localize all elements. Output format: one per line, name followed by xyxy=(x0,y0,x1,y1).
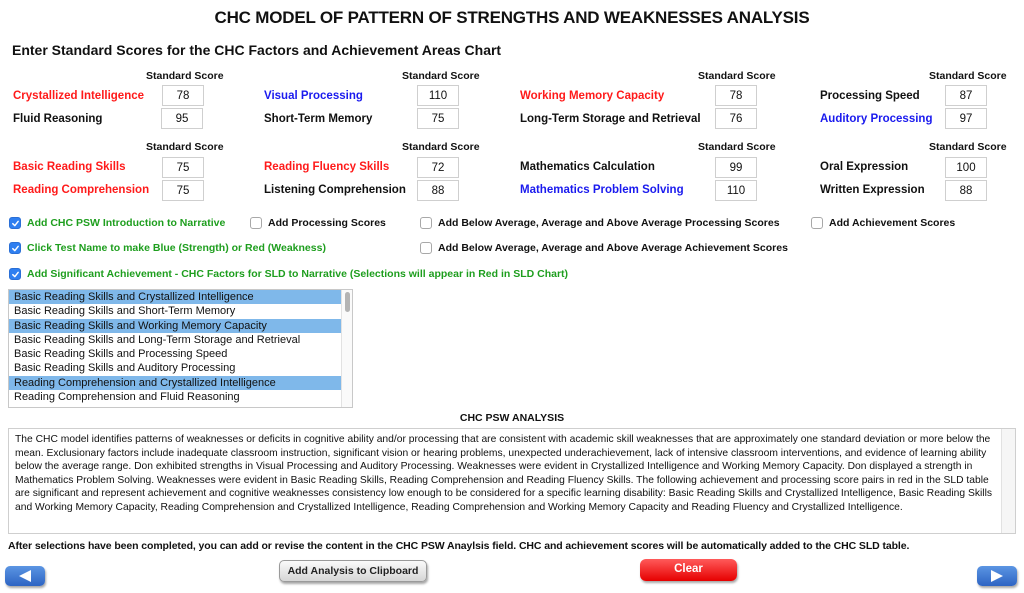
list-item[interactable]: Basic Reading Skills and Crystallized In… xyxy=(9,290,342,305)
factor-label-processing-speed[interactable]: Processing Speed xyxy=(820,90,920,102)
standard-score-header: Standard Score xyxy=(698,70,776,82)
checkmark-icon xyxy=(11,245,19,251)
standard-score-header: Standard Score xyxy=(402,141,480,153)
analysis-heading: CHC PSW ANALYSIS xyxy=(459,412,565,424)
score-input-basic-reading-skills[interactable] xyxy=(162,157,204,178)
score-input-fluid-reasoning[interactable] xyxy=(161,108,203,129)
option-label: Add Significant Achievement - CHC Factor… xyxy=(27,268,569,280)
clear-button[interactable]: Clear xyxy=(640,559,737,581)
list-item[interactable]: Basic Reading Skills and Working Memory … xyxy=(9,318,342,333)
option-add-intro[interactable]: Add CHC PSW Introduction to Narrative xyxy=(9,217,225,229)
option-label: Add Achievement Scores xyxy=(829,217,956,229)
checkbox[interactable] xyxy=(9,242,21,254)
previous-button[interactable] xyxy=(5,566,45,586)
list-item[interactable]: Basic Reading Skills and Short-Term Memo… xyxy=(9,304,342,318)
scrollbar-thumb[interactable] xyxy=(345,292,350,312)
option-add-range-processing-scores[interactable]: Add Below Average, Average and Above Ave… xyxy=(420,217,780,229)
option-add-achievement-scores[interactable]: Add Achievement Scores xyxy=(811,217,955,229)
checkbox[interactable] xyxy=(250,217,262,229)
factor-label-auditory-processing[interactable]: Auditory Processing xyxy=(820,113,932,125)
score-input-reading-fluency[interactable] xyxy=(417,157,459,178)
factor-label-long-term-storage[interactable]: Long-Term Storage and Retrieval xyxy=(520,113,701,125)
standard-score-header: Standard Score xyxy=(698,141,776,153)
section-subtitle: Enter Standard Scores for the CHC Factor… xyxy=(12,42,502,58)
factor-label-working-memory-capacity[interactable]: Working Memory Capacity xyxy=(520,90,664,102)
factor-label-crystallized-intelligence[interactable]: Crystallized Intelligence xyxy=(13,90,144,102)
checkbox[interactable] xyxy=(9,217,21,229)
analysis-textarea[interactable]: The CHC model identifies patterns of wea… xyxy=(8,428,1016,534)
standard-score-header: Standard Score xyxy=(929,141,1007,153)
analysis-scrollbar[interactable] xyxy=(1001,429,1015,533)
score-input-long-term-storage[interactable] xyxy=(715,108,757,129)
option-add-significant-achievement[interactable]: Add Significant Achievement - CHC Factor… xyxy=(9,268,568,280)
option-label: Add Below Average, Average and Above Ave… xyxy=(438,242,788,254)
score-input-processing-speed[interactable] xyxy=(945,85,987,106)
achievement-label-reading-comprehension[interactable]: Reading Comprehension xyxy=(13,184,149,196)
listbox-scrollbar[interactable] xyxy=(341,290,352,407)
standard-score-header: Standard Score xyxy=(146,141,224,153)
list-item[interactable]: Basic Reading Skills and Processing Spee… xyxy=(9,347,342,361)
analysis-text[interactable]: The CHC model identifies patterns of wea… xyxy=(15,433,993,515)
checkbox[interactable] xyxy=(9,268,21,280)
sld-pair-listbox[interactable]: Basic Reading Skills and Crystallized In… xyxy=(8,289,353,408)
right-arrow-icon xyxy=(991,570,1003,582)
score-input-auditory-processing[interactable] xyxy=(945,108,987,129)
checkbox[interactable] xyxy=(811,217,823,229)
factor-label-visual-processing[interactable]: Visual Processing xyxy=(264,90,363,102)
next-button[interactable] xyxy=(977,566,1017,586)
score-input-reading-comprehension[interactable] xyxy=(162,180,204,201)
achievement-label-written-expression[interactable]: Written Expression xyxy=(820,184,925,196)
left-arrow-icon xyxy=(19,570,31,582)
list-item[interactable]: Basic Reading Skills and Long-Term Stora… xyxy=(9,333,342,347)
option-add-processing-scores[interactable]: Add Processing Scores xyxy=(250,217,386,229)
score-input-visual-processing[interactable] xyxy=(417,85,459,106)
option-click-test-name[interactable]: Click Test Name to make Blue (Strength) … xyxy=(9,242,326,254)
list-item[interactable]: Basic Reading Skills and Auditory Proces… xyxy=(9,361,342,375)
add-analysis-to-clipboard-button[interactable]: Add Analysis to Clipboard xyxy=(279,560,427,582)
score-input-written-expression[interactable] xyxy=(945,180,987,201)
achievement-label-math-problem-solving[interactable]: Mathematics Problem Solving xyxy=(520,184,684,196)
option-add-range-achievement-scores[interactable]: Add Below Average, Average and Above Ave… xyxy=(420,242,788,254)
score-input-math-calculation[interactable] xyxy=(715,157,757,178)
achievement-label-math-calculation[interactable]: Mathematics Calculation xyxy=(520,161,655,173)
standard-score-header: Standard Score xyxy=(929,70,1007,82)
checkbox[interactable] xyxy=(420,242,432,254)
score-input-math-problem-solving[interactable] xyxy=(715,180,757,201)
checkbox[interactable] xyxy=(420,217,432,229)
score-input-working-memory-capacity[interactable] xyxy=(715,85,757,106)
achievement-label-reading-fluency[interactable]: Reading Fluency Skills xyxy=(264,161,389,173)
option-label: Click Test Name to make Blue (Strength) … xyxy=(27,242,326,254)
list-item[interactable]: Reading Comprehension and Fluid Reasonin… xyxy=(9,390,342,404)
factor-label-fluid-reasoning[interactable]: Fluid Reasoning xyxy=(13,113,102,125)
score-input-listening-comprehension[interactable] xyxy=(417,180,459,201)
option-label: Add Below Average, Average and Above Ave… xyxy=(438,217,780,229)
option-label: Add Processing Scores xyxy=(268,217,386,229)
achievement-label-oral-expression[interactable]: Oral Expression xyxy=(820,161,908,173)
achievement-label-listening-comprehension[interactable]: Listening Comprehension xyxy=(264,184,406,196)
checkmark-icon xyxy=(11,220,19,226)
checkmark-icon xyxy=(11,271,19,277)
option-label: Add CHC PSW Introduction to Narrative xyxy=(27,217,226,229)
factor-label-short-term-memory[interactable]: Short-Term Memory xyxy=(264,113,372,125)
page-title: CHC MODEL OF PATTERN OF STRENGTHS AND WE… xyxy=(214,8,810,27)
standard-score-header: Standard Score xyxy=(402,70,480,82)
score-input-short-term-memory[interactable] xyxy=(417,108,459,129)
score-input-oral-expression[interactable] xyxy=(945,157,987,178)
footer-instructions: After selections have been completed, yo… xyxy=(8,540,910,552)
standard-score-header: Standard Score xyxy=(146,70,224,82)
list-item[interactable]: Reading Comprehension and Crystallized I… xyxy=(9,375,342,391)
score-input-crystallized-intelligence[interactable] xyxy=(162,85,204,106)
achievement-label-basic-reading-skills[interactable]: Basic Reading Skills xyxy=(13,161,126,173)
